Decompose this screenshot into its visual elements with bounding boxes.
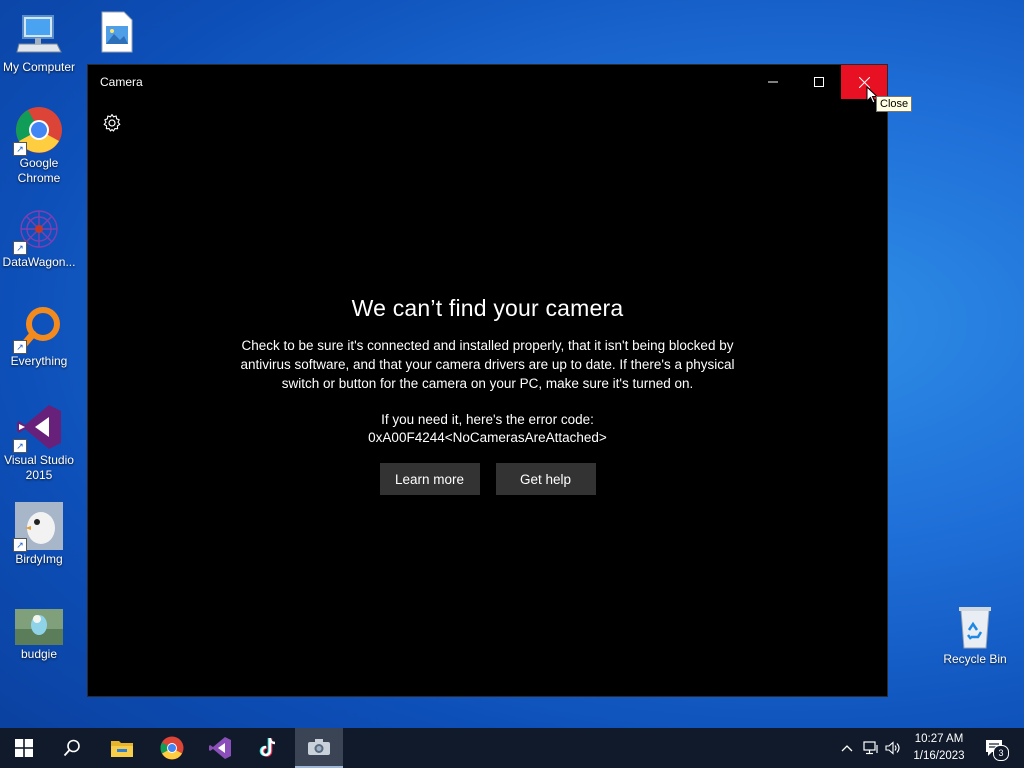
desktop-icon-my-computer[interactable]: My Computer	[1, 10, 77, 75]
desktop-icon-visual-studio[interactable]: ↗ Visual Studio 2015	[1, 403, 77, 483]
clock-time: 10:27 AM	[914, 733, 964, 745]
visual-studio-icon: ↗	[13, 403, 63, 453]
desktop-icon-label: My Computer	[2, 60, 76, 74]
chrome-icon	[160, 736, 184, 760]
shortcut-arrow-icon: ↗	[13, 538, 27, 552]
image-file-icon	[92, 10, 140, 58]
gear-icon	[103, 113, 121, 132]
maximize-button[interactable]	[796, 65, 842, 99]
chevron-up-icon	[841, 745, 853, 752]
chrome-icon: ↗	[13, 106, 63, 156]
taskbar-chrome[interactable]	[148, 728, 196, 768]
desktop-icon-google-chrome[interactable]: ↗ Google Chrome	[1, 106, 77, 186]
taskbar: 10:27 AM 1/16/2023 3	[0, 728, 1024, 768]
search-button[interactable]	[48, 728, 96, 768]
desktop-icon-datawagon[interactable]: ↗ DataWagon...	[1, 205, 77, 270]
desktop-icon-label: BirdyImg	[15, 552, 63, 566]
taskbar-camera[interactable]	[295, 728, 343, 768]
minimize-icon	[768, 81, 778, 83]
shortcut-arrow-icon: ↗	[13, 241, 27, 255]
desktop-icon-budgie[interactable]: budgie	[1, 609, 77, 662]
everything-icon: ↗	[13, 304, 63, 354]
settings-button[interactable]	[102, 113, 122, 133]
close-button[interactable]	[841, 65, 887, 99]
window-title: Camera	[100, 75, 143, 89]
volume-icon	[885, 741, 900, 755]
desktop-icon-label: Google Chrome	[17, 156, 61, 185]
start-button[interactable]	[0, 728, 48, 768]
show-hidden-icons-button[interactable]	[838, 740, 856, 756]
desktop-icon-recycle-bin[interactable]: Recycle Bin	[937, 602, 1013, 667]
camera-icon	[308, 739, 330, 755]
desktop-icon-label: Visual Studio 2015	[4, 453, 74, 482]
taskbar-file-explorer[interactable]	[98, 728, 146, 768]
error-content: We can’t find your camera Check to be su…	[88, 295, 887, 495]
budgie-image-icon	[15, 609, 63, 645]
network-icon	[863, 741, 878, 755]
shortcut-arrow-icon: ↗	[13, 340, 27, 354]
desktop-icon-label: DataWagon...	[2, 255, 76, 269]
maximize-icon	[814, 77, 824, 87]
error-code-label: If you need it, here's the error code:	[381, 412, 594, 427]
shortcut-arrow-icon: ↗	[13, 142, 27, 156]
file-explorer-icon	[111, 741, 133, 757]
birdyimg-icon: ↗	[13, 502, 63, 552]
desktop-icon-label: Recycle Bin	[943, 652, 1007, 666]
computer-icon	[15, 10, 63, 58]
learn-more-button[interactable]: Learn more	[379, 463, 480, 495]
taskbar-clock[interactable]: 10:27 AM 1/16/2023	[900, 731, 978, 765]
minimize-button[interactable]	[750, 65, 796, 99]
clock-date: 1/16/2023	[913, 750, 965, 762]
search-icon	[63, 739, 80, 757]
notification-count-badge: 3	[993, 745, 1009, 761]
desktop-icon-birdyimg[interactable]: ↗ BirdyImg	[1, 502, 77, 567]
tiktok-icon	[259, 737, 276, 757]
camera-window: Camera We can’t find your camera Check t…	[87, 64, 888, 697]
desktop-icon-label: Everything	[10, 354, 68, 368]
start-icon	[15, 739, 33, 757]
error-description: Check to be sure it's connected and inst…	[240, 338, 735, 391]
error-code: 0xA00F4244<NoCamerasAreAttached>	[368, 430, 607, 445]
error-heading: We can’t find your camera	[351, 295, 624, 321]
visual-studio-icon	[209, 737, 231, 759]
desktop-icon-image-file[interactable]	[78, 10, 154, 60]
network-button[interactable]	[862, 740, 880, 756]
action-center-button[interactable]: 3	[982, 736, 1009, 761]
datawagon-icon: ↗	[13, 205, 63, 255]
close-tooltip: Close	[876, 96, 913, 112]
desktop-icon-label: budgie	[20, 647, 58, 661]
recycle-bin-icon	[951, 602, 999, 650]
desktop-icon-everything[interactable]: ↗ Everything	[1, 304, 77, 369]
title-bar[interactable]: Camera	[88, 65, 887, 99]
get-help-button[interactable]: Get help	[495, 463, 596, 495]
action-buttons: Learn more Get help	[88, 463, 887, 495]
taskbar-tiktok[interactable]	[245, 728, 293, 768]
taskbar-visual-studio[interactable]	[196, 728, 244, 768]
shortcut-arrow-icon: ↗	[13, 439, 27, 453]
